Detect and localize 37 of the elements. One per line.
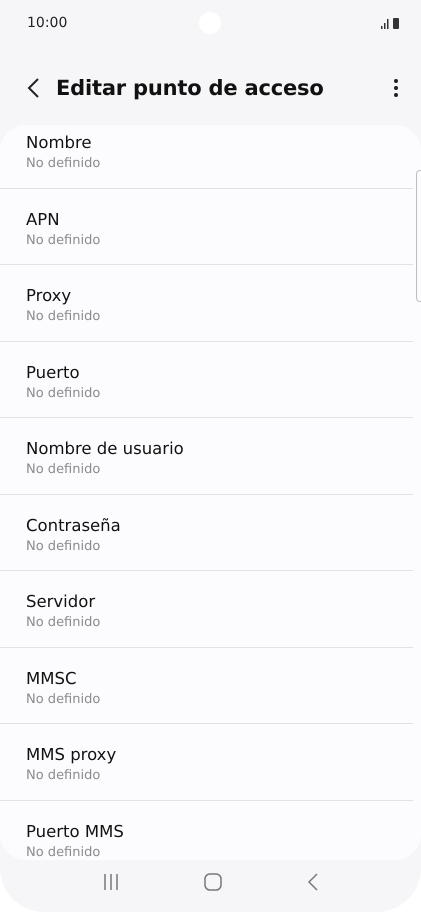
back-icon bbox=[306, 873, 318, 891]
status-time: 10:00 bbox=[27, 15, 68, 31]
setting-value: No definido bbox=[26, 767, 102, 785]
setting-row[interactable]: Puerto No definido bbox=[0, 342, 413, 418]
setting-value: No definido bbox=[26, 384, 102, 402]
setting-row[interactable]: Nombre de usuario No definido bbox=[0, 418, 413, 494]
setting-value: No definido bbox=[26, 538, 102, 556]
setting-label: Proxy bbox=[26, 285, 72, 307]
setting-label: MMSC bbox=[26, 668, 78, 690]
setting-label: Puerto bbox=[26, 362, 81, 384]
setting-label: Servidor bbox=[26, 591, 96, 613]
more-options-icon bbox=[393, 78, 399, 98]
setting-value: No definido bbox=[26, 232, 102, 250]
setting-value: No definido bbox=[26, 155, 102, 173]
setting-row[interactable]: Proxy No definido bbox=[0, 265, 413, 342]
setting-row[interactable]: APN No definido bbox=[0, 188, 413, 265]
setting-value: No definido bbox=[26, 461, 102, 479]
setting-label: Puerto MMS bbox=[26, 820, 125, 842]
setting-label: Nombre bbox=[26, 132, 93, 154]
setting-row[interactable]: Puerto MMS No definido bbox=[0, 800, 413, 860]
setting-row[interactable]: Nombre No definido bbox=[0, 125, 413, 188]
setting-row[interactable]: Contraseña No definido bbox=[0, 494, 413, 571]
setting-value: No definido bbox=[26, 690, 102, 708]
setting-value: No definido bbox=[26, 308, 102, 326]
setting-label: Nombre de usuario bbox=[26, 438, 185, 460]
page-title: Editar punto de acceso bbox=[56, 76, 325, 100]
setting-row[interactable]: MMSC No definido bbox=[0, 648, 413, 724]
signal-battery-icon bbox=[381, 17, 401, 29]
setting-value: No definido bbox=[26, 844, 102, 860]
setting-label: Contraseña bbox=[26, 514, 122, 536]
recent-apps-icon bbox=[102, 873, 118, 891]
setting-label: MMS proxy bbox=[26, 744, 118, 766]
setting-label: APN bbox=[26, 208, 61, 230]
setting-row[interactable]: MMS proxy No definido bbox=[0, 724, 413, 800]
setting-row[interactable]: Servidor No definido bbox=[0, 571, 413, 648]
home-icon bbox=[204, 873, 222, 891]
setting-value: No definido bbox=[26, 614, 102, 632]
